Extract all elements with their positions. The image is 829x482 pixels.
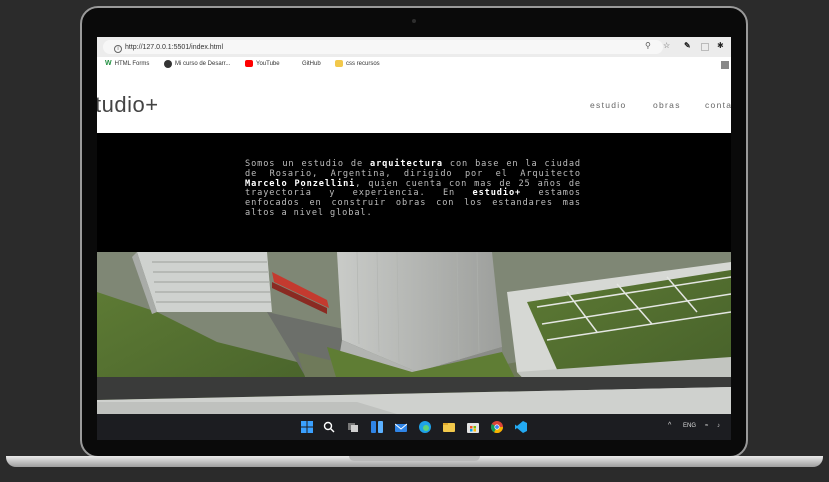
chevron-up-icon[interactable]: ^ — [668, 422, 671, 429]
screen: i http://127.0.0.1:5501/index.html ⚲ ☆ ✎… — [97, 37, 731, 440]
bookmark-label: css recursos — [346, 60, 380, 67]
taskbar: ^ ENG ≈ ♪ — [97, 414, 731, 440]
nav-contacto[interactable]: conta — [705, 100, 731, 110]
about-paragraph: Somos un estudio de arquitectura con bas… — [245, 159, 581, 219]
bookmark-label: HTML Forms — [114, 60, 150, 67]
github-icon — [296, 60, 299, 67]
about-text: Somos un estudio de — [245, 159, 371, 169]
reading-list-icon[interactable] — [721, 61, 729, 69]
zoom-icon[interactable]: ⚲ — [645, 41, 651, 51]
file-explorer-icon[interactable] — [443, 421, 455, 433]
search-icon[interactable] — [323, 421, 335, 433]
laptop-notch — [349, 456, 480, 461]
address-bar[interactable]: i http://127.0.0.1:5501/index.html — [103, 40, 663, 54]
nav-estudio[interactable]: estudio — [590, 100, 627, 110]
star-icon[interactable]: ☆ — [663, 41, 670, 51]
about-bold: arquitectura — [370, 159, 443, 169]
site-header: tudio+ estudio obras conta — [97, 73, 731, 133]
vscode-icon[interactable] — [515, 421, 527, 433]
bookmarks-bar: W HTML Forms Mi curso de Desarr... YouTu… — [97, 57, 731, 74]
camera — [412, 19, 416, 23]
about-bold: estudio+ — [472, 188, 522, 199]
folder-icon — [335, 60, 343, 67]
tab-icon[interactable] — [701, 43, 709, 51]
bookmark-github[interactable]: GitHub — [296, 60, 321, 67]
widgets-icon[interactable] — [371, 421, 383, 433]
task-view-icon[interactable] — [347, 421, 359, 433]
bookmark-course[interactable]: Mi curso de Desarr... — [164, 60, 230, 68]
wifi-icon[interactable]: ≈ — [705, 423, 708, 429]
bookmark-html-forms[interactable]: W HTML Forms — [105, 60, 149, 67]
chrome-icon[interactable] — [491, 421, 503, 433]
puzzle-icon[interactable]: ✱ — [717, 41, 724, 51]
bookmark-label: YouTube — [256, 60, 280, 67]
edge-icon[interactable] — [419, 421, 431, 433]
extension-icon[interactable]: ✎ — [684, 41, 691, 51]
store-icon[interactable] — [467, 421, 479, 433]
building-photo-art — [97, 252, 731, 414]
w-icon: W — [105, 60, 112, 67]
youtube-icon — [245, 60, 253, 67]
site-logo[interactable]: tudio+ — [97, 92, 159, 118]
bookmark-label: GitHub — [302, 60, 321, 67]
language-indicator[interactable]: ENG — [683, 423, 696, 429]
bookmark-label: Mi curso de Desarr... — [175, 61, 231, 67]
browser-address-row: i http://127.0.0.1:5501/index.html ⚲ ☆ ✎… — [97, 37, 731, 57]
volume-icon[interactable]: ♪ — [717, 423, 720, 429]
bookmark-css-recursos[interactable]: css recursos — [335, 60, 380, 67]
bookmark-youtube[interactable]: YouTube — [245, 60, 280, 67]
windows-start-icon[interactable] — [301, 421, 313, 433]
info-icon[interactable]: i — [114, 45, 122, 53]
course-icon — [164, 60, 172, 68]
nav-obras[interactable]: obras — [653, 100, 681, 110]
building-photo — [97, 252, 731, 414]
mail-icon[interactable] — [395, 421, 407, 433]
url-text[interactable]: http://127.0.0.1:5501/index.html — [125, 44, 223, 51]
